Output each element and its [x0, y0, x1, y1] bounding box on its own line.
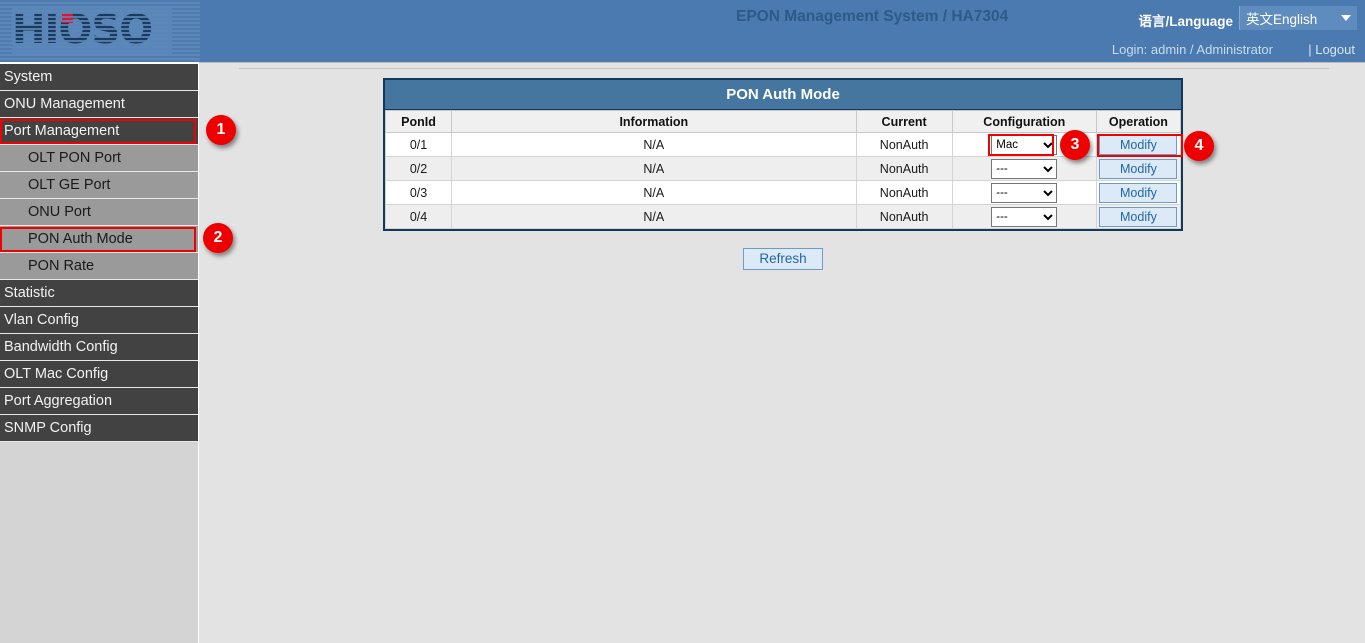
modify-button-row-4[interactable]: Modify: [1099, 207, 1177, 227]
step-badge-4: 4: [1184, 131, 1214, 161]
cell-current: NonAuth: [856, 181, 952, 205]
cell-current: NonAuth: [856, 205, 952, 229]
table-header-row: PonId Information Current Configuration …: [386, 111, 1181, 133]
logo-accent-dot: [62, 14, 73, 23]
sidebar-item-system[interactable]: System: [0, 64, 198, 91]
column-header-operation: Operation: [1096, 111, 1180, 133]
cell-current: NonAuth: [856, 133, 952, 157]
content-divider: [239, 68, 1329, 69]
cell-configuration: ---: [952, 205, 1096, 229]
language-label: 语言/Language: [1138, 10, 1233, 30]
sidebar-item-olt-ge-port[interactable]: OLT GE Port: [0, 172, 198, 199]
sidebar-item-onu-port[interactable]: ONU Port: [0, 199, 198, 226]
hioso-logo: HIOSO: [12, 6, 172, 54]
language-select[interactable]: 英文English: [1239, 6, 1357, 30]
language-select-value: 英文English: [1246, 8, 1337, 28]
sidebar-item-olt-mac-config[interactable]: OLT Mac Config: [0, 361, 198, 388]
cell-information: N/A: [452, 205, 857, 229]
page-title: EPON Management System / HA7304: [736, 8, 1008, 26]
table-row: 0/3 N/A NonAuth --- Modify: [386, 181, 1181, 205]
table-row: 0/4 N/A NonAuth --- Modify: [386, 205, 1181, 229]
sidebar-item-snmp-config[interactable]: SNMP Config: [0, 415, 198, 442]
cell-operation: Modify: [1096, 181, 1180, 205]
cell-information: N/A: [452, 181, 857, 205]
login-info: Login: admin / Administrator: [1112, 42, 1273, 57]
sidebar-nav: System ONU Management Port Management OL…: [0, 64, 198, 643]
cell-ponid: 0/3: [386, 181, 452, 205]
sidebar-item-onu-management[interactable]: ONU Management: [0, 91, 198, 118]
panel-title: PON Auth Mode: [385, 80, 1181, 110]
config-select-row-2[interactable]: ---: [991, 159, 1057, 179]
pon-auth-mode-table: PonId Information Current Configuration …: [385, 110, 1181, 229]
step-badge-3: 3: [1060, 130, 1090, 160]
sidebar-item-olt-pon-port[interactable]: OLT PON Port: [0, 145, 198, 172]
sidebar-item-port-aggregation[interactable]: Port Aggregation: [0, 388, 198, 415]
step-badge-2: 2: [203, 223, 233, 253]
modify-button-row-3[interactable]: Modify: [1099, 183, 1177, 203]
column-header-current: Current: [856, 111, 952, 133]
config-select-row-1[interactable]: Mac: [991, 135, 1057, 155]
cell-information: N/A: [452, 133, 857, 157]
cell-ponid: 0/4: [386, 205, 452, 229]
cell-operation: Modify: [1096, 205, 1180, 229]
logo-wordmark: HIOSO: [12, 6, 172, 54]
modify-button-row-1[interactable]: Modify: [1099, 135, 1177, 155]
cell-information: N/A: [452, 157, 857, 181]
page-root: HIOSO EPON Management System / HA7304 语言…: [0, 0, 1365, 643]
sidebar-item-bandwidth-config[interactable]: Bandwidth Config: [0, 334, 198, 361]
cell-current: NonAuth: [856, 157, 952, 181]
refresh-button[interactable]: Refresh: [743, 248, 823, 270]
config-select-row-4[interactable]: ---: [991, 207, 1057, 227]
modify-button-row-2[interactable]: Modify: [1099, 159, 1177, 179]
cell-ponid: 0/1: [386, 133, 452, 157]
cell-configuration: ---: [952, 181, 1096, 205]
column-header-ponid: PonId: [386, 111, 452, 133]
step-badge-1: 1: [206, 115, 236, 145]
sidebar-item-pon-auth-mode[interactable]: PON Auth Mode: [0, 226, 198, 253]
sidebar-item-port-management[interactable]: Port Management: [0, 118, 198, 145]
logout-link[interactable]: | Logout: [1308, 42, 1355, 57]
config-select-row-3[interactable]: ---: [991, 183, 1057, 203]
cell-ponid: 0/2: [386, 157, 452, 181]
cell-operation: Modify: [1096, 133, 1180, 157]
sidebar-item-vlan-config[interactable]: Vlan Config: [0, 307, 198, 334]
sidebar-item-pon-rate[interactable]: PON Rate: [0, 253, 198, 280]
app-header: HIOSO EPON Management System / HA7304 语言…: [0, 0, 1365, 62]
refresh-button-container: Refresh: [383, 248, 1183, 270]
cell-configuration: ---: [952, 157, 1096, 181]
cell-operation: Modify: [1096, 157, 1180, 181]
column-header-information: Information: [452, 111, 857, 133]
table-row: 0/2 N/A NonAuth --- Modify: [386, 157, 1181, 181]
chevron-down-icon: [1341, 15, 1351, 21]
sidebar-item-statistic[interactable]: Statistic: [0, 280, 198, 307]
